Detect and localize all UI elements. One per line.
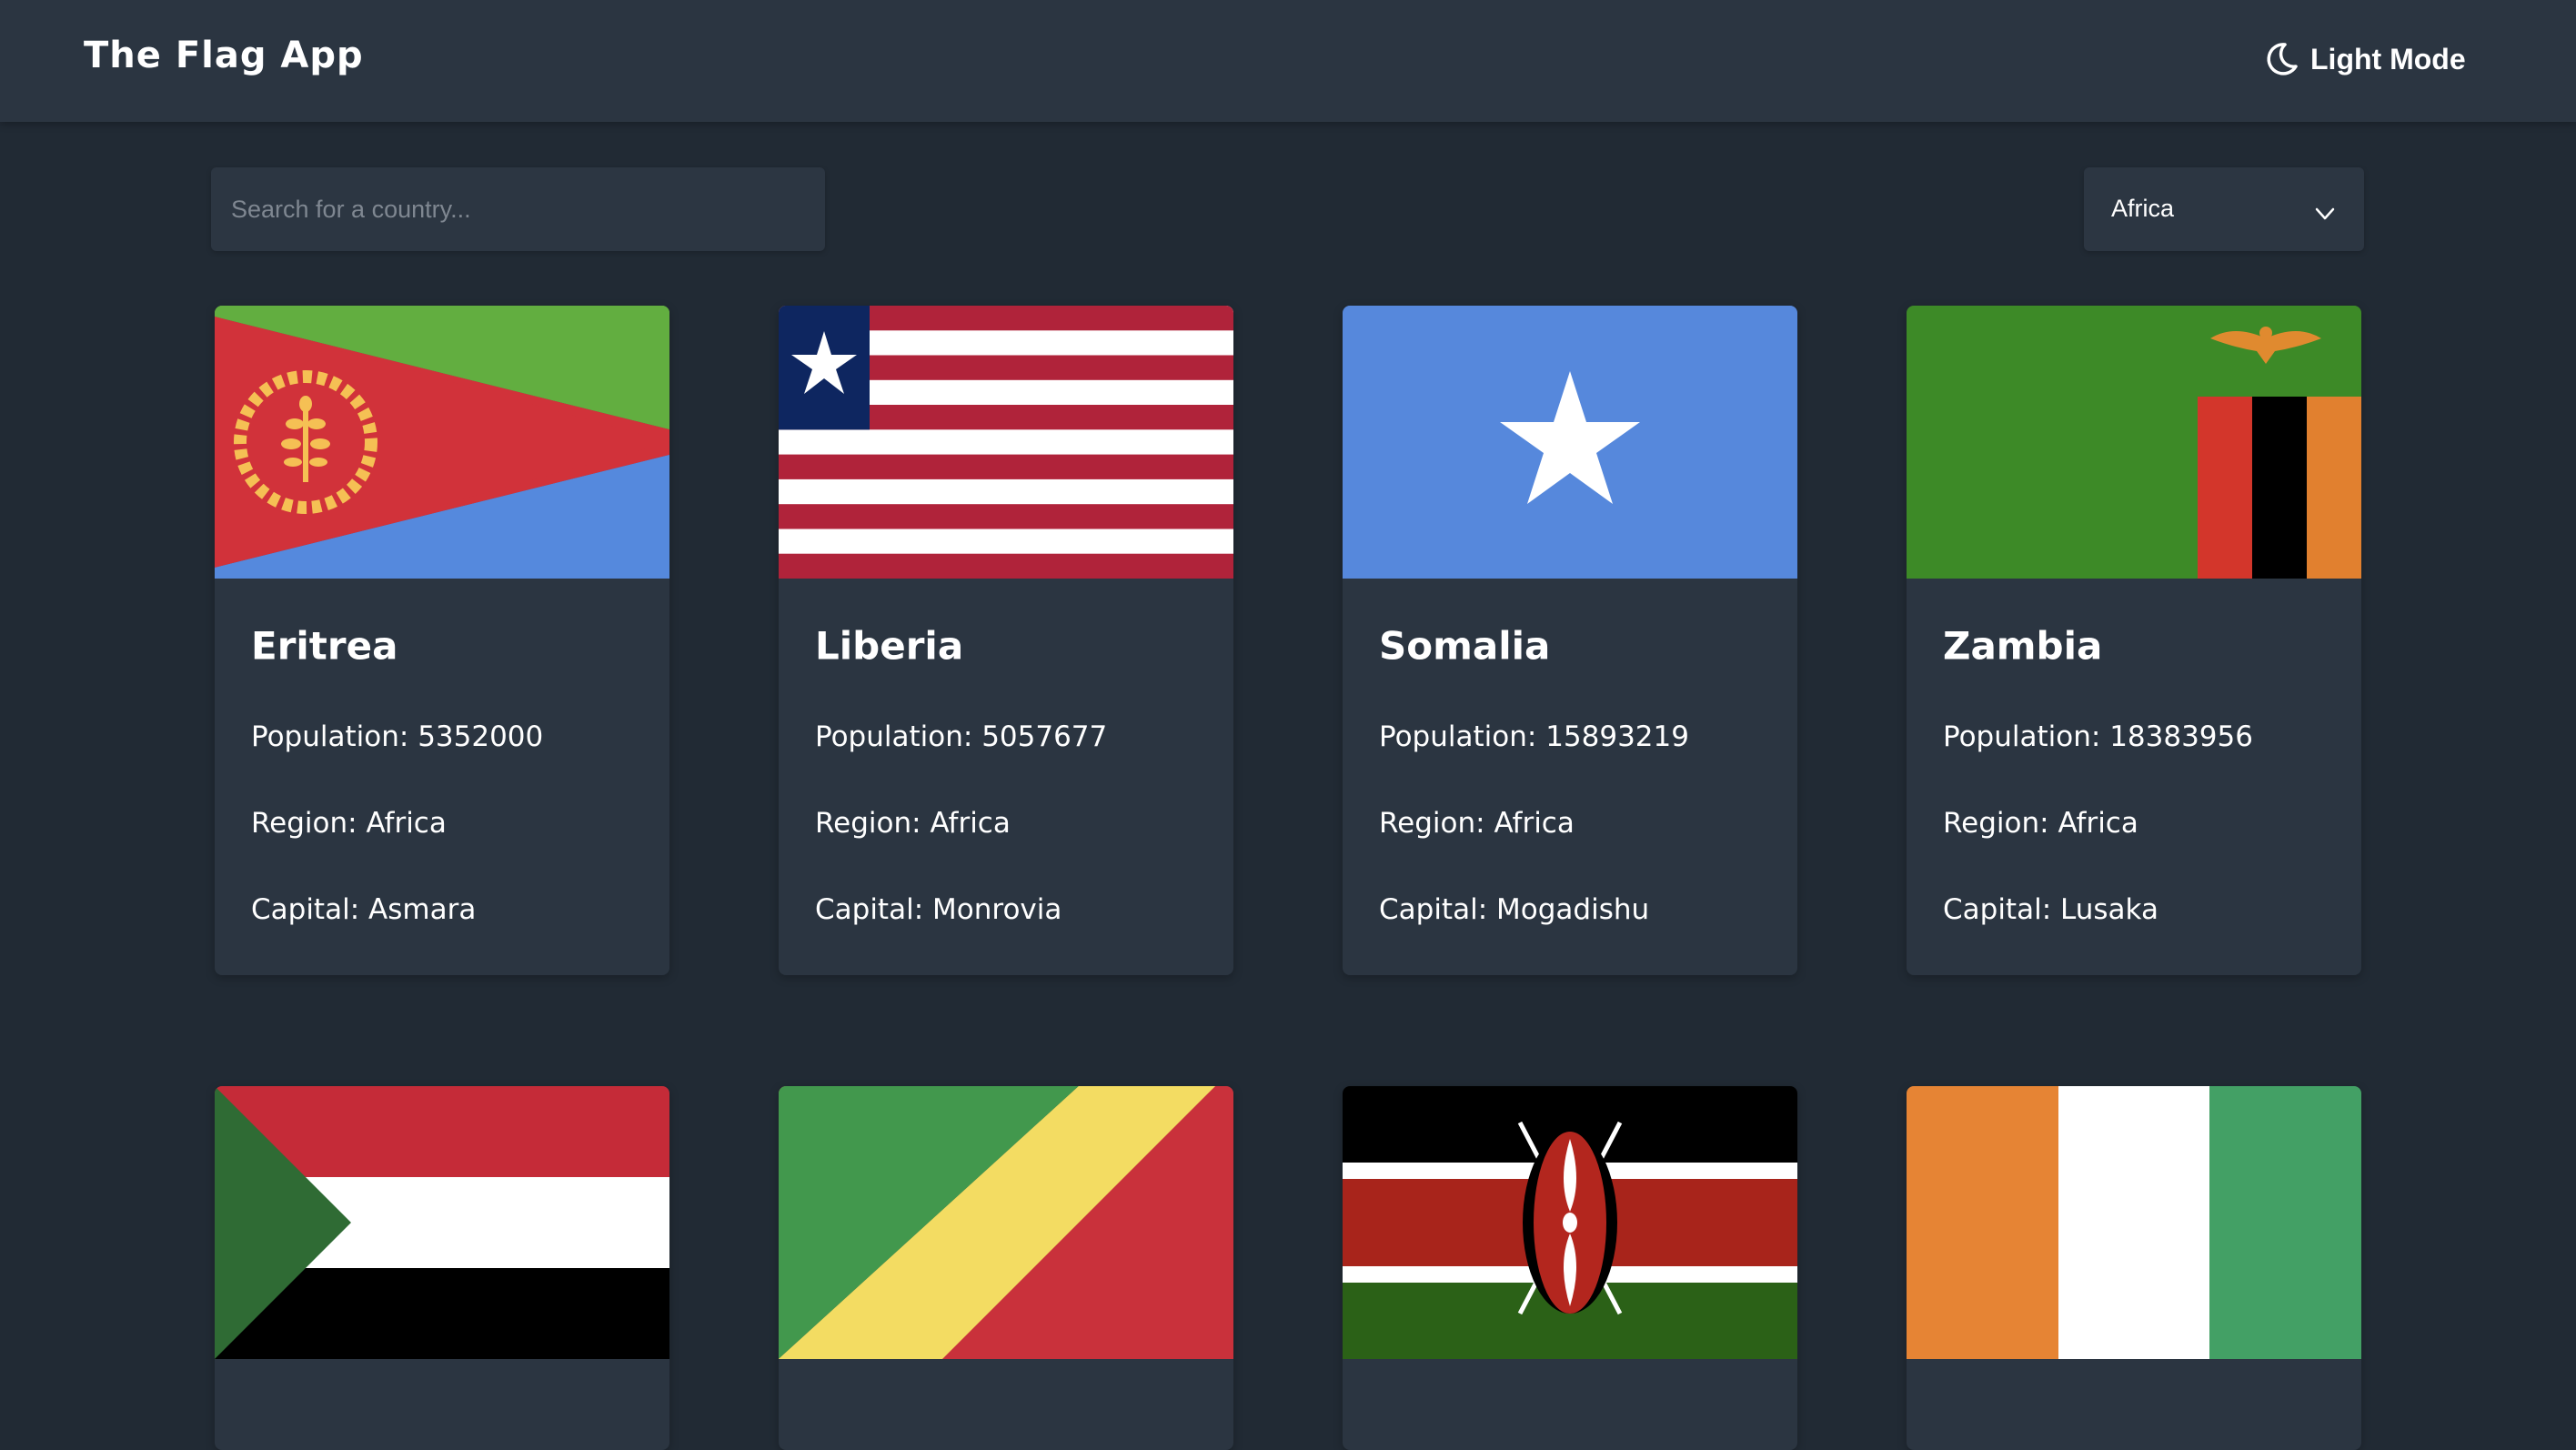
country-card[interactable]: Liberia Population: 5057677 Region: Afri… [779,306,1233,975]
region-stat: Region: Africa [815,807,1011,840]
capital-label: Capital: [251,893,360,926]
region-stat: Region: Africa [251,807,447,840]
country-card[interactable] [1907,1086,2361,1450]
moon-icon [2267,43,2298,76]
population-value: 5057677 [981,720,1108,753]
population-stat: Population: 15893219 [1379,720,1689,753]
republic-of-the-congo-flag [779,1086,1233,1359]
capital-value: Lusaka [2060,893,2158,926]
region-value: Africa [2058,807,2138,840]
population-value: 15893219 [1545,720,1689,753]
country-name: Eritrea [251,623,398,669]
population-label: Population: [1379,720,1537,753]
chevron-down-icon [2315,207,2335,220]
capital-label: Capital: [1379,893,1488,926]
kenya-flag [1343,1086,1797,1359]
capital-label: Capital: [815,893,924,926]
zambia-flag [1907,306,2361,579]
theme-toggle-button[interactable]: Light Mode [2263,38,2466,80]
region-label: Region: [251,807,357,840]
capital-label: Capital: [1943,893,2052,926]
population-label: Population: [815,720,973,753]
country-card[interactable]: Somalia Population: 15893219 Region: Afr… [1343,306,1797,975]
region-label: Region: [1379,807,1485,840]
region-stat: Region: Africa [1943,807,2138,840]
population-stat: Population: 5352000 [251,720,543,753]
region-value: Africa [366,807,447,840]
app-title: The Flag App [84,35,364,76]
country-card[interactable] [1343,1086,1797,1450]
region-label: Region: [1943,807,2049,840]
population-label: Population: [1943,720,2101,753]
ivory-coast-flag [1907,1086,2361,1359]
country-card[interactable]: Eritrea Population: 5352000 Region: Afri… [215,306,669,975]
country-name: Liberia [815,623,964,669]
theme-toggle-label: Light Mode [2310,42,2466,76]
population-stat: Population: 18383956 [1943,720,2253,753]
region-value: Africa [1494,807,1575,840]
region-filter-dropdown[interactable]: Africa [2084,167,2364,251]
top-header: The Flag App Light Mode [0,0,2576,122]
country-name: Somalia [1379,623,1551,669]
capital-value: Mogadishu [1496,893,1650,926]
country-name: Zambia [1943,623,2103,669]
population-stat: Population: 5057677 [815,720,1107,753]
capital-stat: Capital: Asmara [251,893,476,926]
population-value: 18383956 [2109,720,2253,753]
population-label: Population: [251,720,409,753]
search-box [211,167,825,251]
capital-value: Monrovia [932,893,1062,926]
region-label: Region: [815,807,921,840]
eritrea-flag [215,306,669,579]
region-filter-value: Africa [2111,195,2175,222]
search-input[interactable] [211,167,825,251]
liberia-flag [779,306,1233,579]
capital-stat: Capital: Monrovia [815,893,1062,926]
capital-stat: Capital: Mogadishu [1379,893,1649,926]
region-stat: Region: Africa [1379,807,1575,840]
capital-stat: Capital: Lusaka [1943,893,2158,926]
region-value: Africa [930,807,1011,840]
country-card[interactable] [779,1086,1233,1450]
capital-value: Asmara [368,893,477,926]
country-card[interactable] [215,1086,669,1450]
sudan-flag [215,1086,669,1359]
country-card[interactable]: Zambia Population: 18383956 Region: Afri… [1907,306,2361,975]
somalia-flag [1343,306,1797,579]
population-value: 5352000 [418,720,544,753]
